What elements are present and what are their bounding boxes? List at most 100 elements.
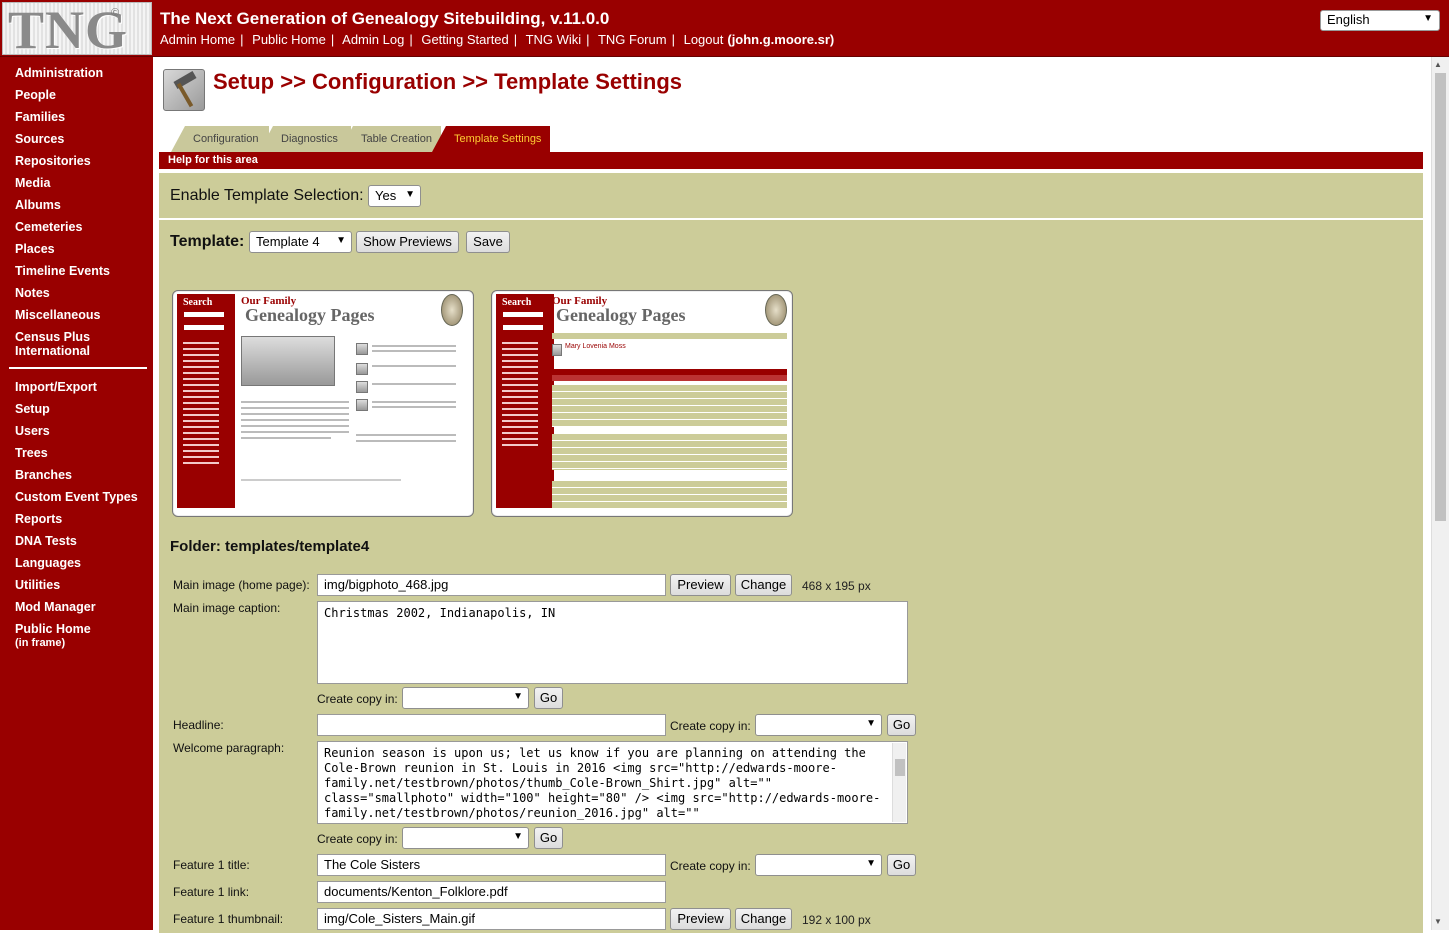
- chevron-down-icon: ▼: [336, 235, 346, 246]
- chevron-down-icon: ▼: [513, 831, 523, 842]
- sidebar-item-dna-tests[interactable]: DNA Tests: [15, 534, 77, 548]
- sidebar-item-import-export[interactable]: Import/Export: [15, 380, 97, 394]
- template-preview-person[interactable]: Search Our Family Genealogy Pages Mary L…: [491, 290, 793, 517]
- main-image-input[interactable]: img/bigphoto_468.jpg: [317, 574, 666, 596]
- tab-template-settings[interactable]: Template Settings: [432, 126, 550, 152]
- sidebar-item-families[interactable]: Families: [15, 110, 65, 124]
- help-link[interactable]: Help for this area: [159, 152, 1423, 169]
- top-nav-links: Admin Home | Public Home | Admin Log | Gett…: [160, 32, 835, 47]
- site-title: The Next Generation of Genealogy Sitebui…: [160, 9, 610, 28]
- scroll-down-icon[interactable]: ▼: [1434, 917, 1442, 926]
- sidebar-divider: [9, 367, 147, 369]
- feature1-copy-select[interactable]: ▼: [755, 854, 882, 876]
- welcome-go-button[interactable]: Go: [534, 827, 563, 849]
- sidebar-item-users[interactable]: Users: [15, 424, 50, 438]
- logo-copyright-mark: ©: [111, 7, 120, 19]
- feature1-thumb-dimensions: 192 x 100 px: [802, 913, 871, 927]
- template-preview-home[interactable]: Search Our Family Genealogy Pages: [172, 290, 474, 517]
- headline-go-button[interactable]: Go: [887, 714, 916, 736]
- welcome-create-copy-label: Create copy in:: [317, 832, 398, 846]
- settings-panel: Enable Template Selection: Yes ▼ Template…: [159, 173, 1423, 933]
- show-previews-button[interactable]: Show Previews: [356, 231, 459, 253]
- link-getting-started[interactable]: Getting Started: [421, 32, 508, 47]
- main-image-label: Main image (home page):: [173, 578, 310, 592]
- sidebar-item-cemeteries[interactable]: Cemeteries: [15, 220, 82, 234]
- chevron-down-icon: ▼: [513, 691, 523, 702]
- feature1-link-input[interactable]: documents/Kenton_Folklore.pdf: [317, 881, 666, 903]
- sidebar-item-people[interactable]: People: [15, 88, 56, 102]
- tng-logo[interactable]: TNG ©: [2, 2, 152, 55]
- page-scrollbar-thumb[interactable]: [1435, 73, 1446, 521]
- main-image-dimensions: 468 x 195 px: [802, 579, 871, 593]
- sidebar-item-mod-manager[interactable]: Mod Manager: [15, 600, 96, 614]
- sidebar-item-setup[interactable]: Setup: [15, 402, 50, 416]
- sidebar-item-repositories[interactable]: Repositories: [15, 154, 91, 168]
- welcome-label: Welcome paragraph:: [173, 741, 285, 755]
- feature1-title-input[interactable]: The Cole Sisters: [317, 854, 666, 876]
- app-header: TNG © The Next Generation of Genealogy S…: [0, 0, 1449, 57]
- sidebar-item-census-plus-sub[interactable]: International: [15, 344, 90, 358]
- template-select[interactable]: Template 4 ▼: [249, 231, 352, 253]
- link-tng-forum[interactable]: TNG Forum: [598, 32, 667, 47]
- tab-diagnostics[interactable]: Diagnostics: [259, 126, 351, 152]
- link-admin-log[interactable]: Admin Log: [342, 32, 404, 47]
- page-scrollbar[interactable]: ▲ ▼: [1431, 57, 1449, 930]
- logged-in-user: (john.g.moore.sr): [727, 32, 835, 47]
- sidebar-item-administration[interactable]: Administration: [15, 66, 103, 80]
- preview-person-name: Mary Lovenia Moss: [565, 343, 626, 350]
- language-select[interactable]: English ▼: [1320, 10, 1440, 31]
- caption-create-copy-label: Create copy in:: [317, 692, 398, 706]
- preview-sidebar: Search: [496, 294, 554, 508]
- sidebar-item-albums[interactable]: Albums: [15, 198, 61, 212]
- feature1-go-button[interactable]: Go: [887, 854, 916, 876]
- chevron-down-icon: ▼: [1423, 13, 1433, 24]
- sidebar-item-languages[interactable]: Languages: [15, 556, 81, 570]
- caption-label: Main image caption:: [173, 601, 281, 615]
- welcome-scrollbar-thumb[interactable]: [895, 759, 905, 776]
- link-public-home[interactable]: Public Home: [252, 32, 326, 47]
- feature1-thumb-preview-button[interactable]: Preview: [670, 908, 731, 930]
- sidebar-item-census-plus[interactable]: Census Plus: [15, 330, 90, 344]
- save-button[interactable]: Save: [466, 231, 510, 253]
- caption-go-button[interactable]: Go: [534, 687, 563, 709]
- welcome-scrollbar[interactable]: [892, 743, 906, 822]
- sidebar-item-reports[interactable]: Reports: [15, 512, 62, 526]
- link-logout[interactable]: Logout: [684, 32, 724, 47]
- main-image-preview-button[interactable]: Preview: [670, 574, 731, 596]
- tab-table-creation[interactable]: Table Creation: [339, 126, 441, 152]
- main-image-change-button[interactable]: Change: [735, 574, 792, 596]
- page-title: Setup >> Configuration >> Template Setti…: [213, 69, 682, 94]
- sidebar-item-notes[interactable]: Notes: [15, 286, 50, 300]
- headline-create-copy-label: Create copy in:: [670, 719, 751, 733]
- feature1-thumb-change-button[interactable]: Change: [735, 908, 792, 930]
- sidebar-item-utilities[interactable]: Utilities: [15, 578, 60, 592]
- sidebar-item-custom-event-types[interactable]: Custom Event Types: [15, 490, 138, 504]
- sidebar-item-timeline-events[interactable]: Timeline Events: [15, 264, 110, 278]
- sidebar-item-public-home-sub[interactable]: (in frame): [15, 636, 65, 650]
- scroll-up-icon[interactable]: ▲: [1434, 60, 1442, 69]
- tab-configuration[interactable]: Configuration: [171, 126, 269, 152]
- link-tng-wiki[interactable]: TNG Wiki: [526, 32, 582, 47]
- welcome-textarea[interactable]: Reunion season is upon us; let us know i…: [317, 741, 908, 824]
- sidebar-item-miscellaneous[interactable]: Miscellaneous: [15, 308, 100, 322]
- link-admin-home[interactable]: Admin Home: [160, 32, 235, 47]
- caption-textarea[interactable]: Christmas 2002, Indianapolis, IN: [317, 601, 908, 684]
- caption-copy-select[interactable]: ▼: [402, 687, 529, 709]
- sidebar-item-sources[interactable]: Sources: [15, 132, 64, 146]
- headline-copy-select[interactable]: ▼: [755, 714, 882, 736]
- feature1-thumb-input[interactable]: img/Cole_Sisters_Main.gif: [317, 908, 666, 930]
- sidebar-item-places[interactable]: Places: [15, 242, 55, 256]
- feature1-title-label: Feature 1 title:: [173, 858, 250, 872]
- sidebar-item-media[interactable]: Media: [15, 176, 50, 190]
- welcome-copy-select[interactable]: ▼: [402, 827, 529, 849]
- chevron-down-icon: ▼: [866, 858, 876, 869]
- sidebar-item-public-home[interactable]: Public Home: [15, 622, 91, 636]
- enable-template-select[interactable]: Yes ▼: [368, 185, 421, 207]
- sidebar-item-trees[interactable]: Trees: [15, 446, 48, 460]
- sidebar-item-branches[interactable]: Branches: [15, 468, 72, 482]
- chevron-down-icon: ▼: [405, 189, 415, 200]
- headline-input[interactable]: [317, 714, 666, 736]
- preview-genealogy-pages: Genealogy Pages: [556, 305, 686, 325]
- section-divider: [159, 218, 1423, 220]
- enable-template-value: Yes: [375, 188, 397, 203]
